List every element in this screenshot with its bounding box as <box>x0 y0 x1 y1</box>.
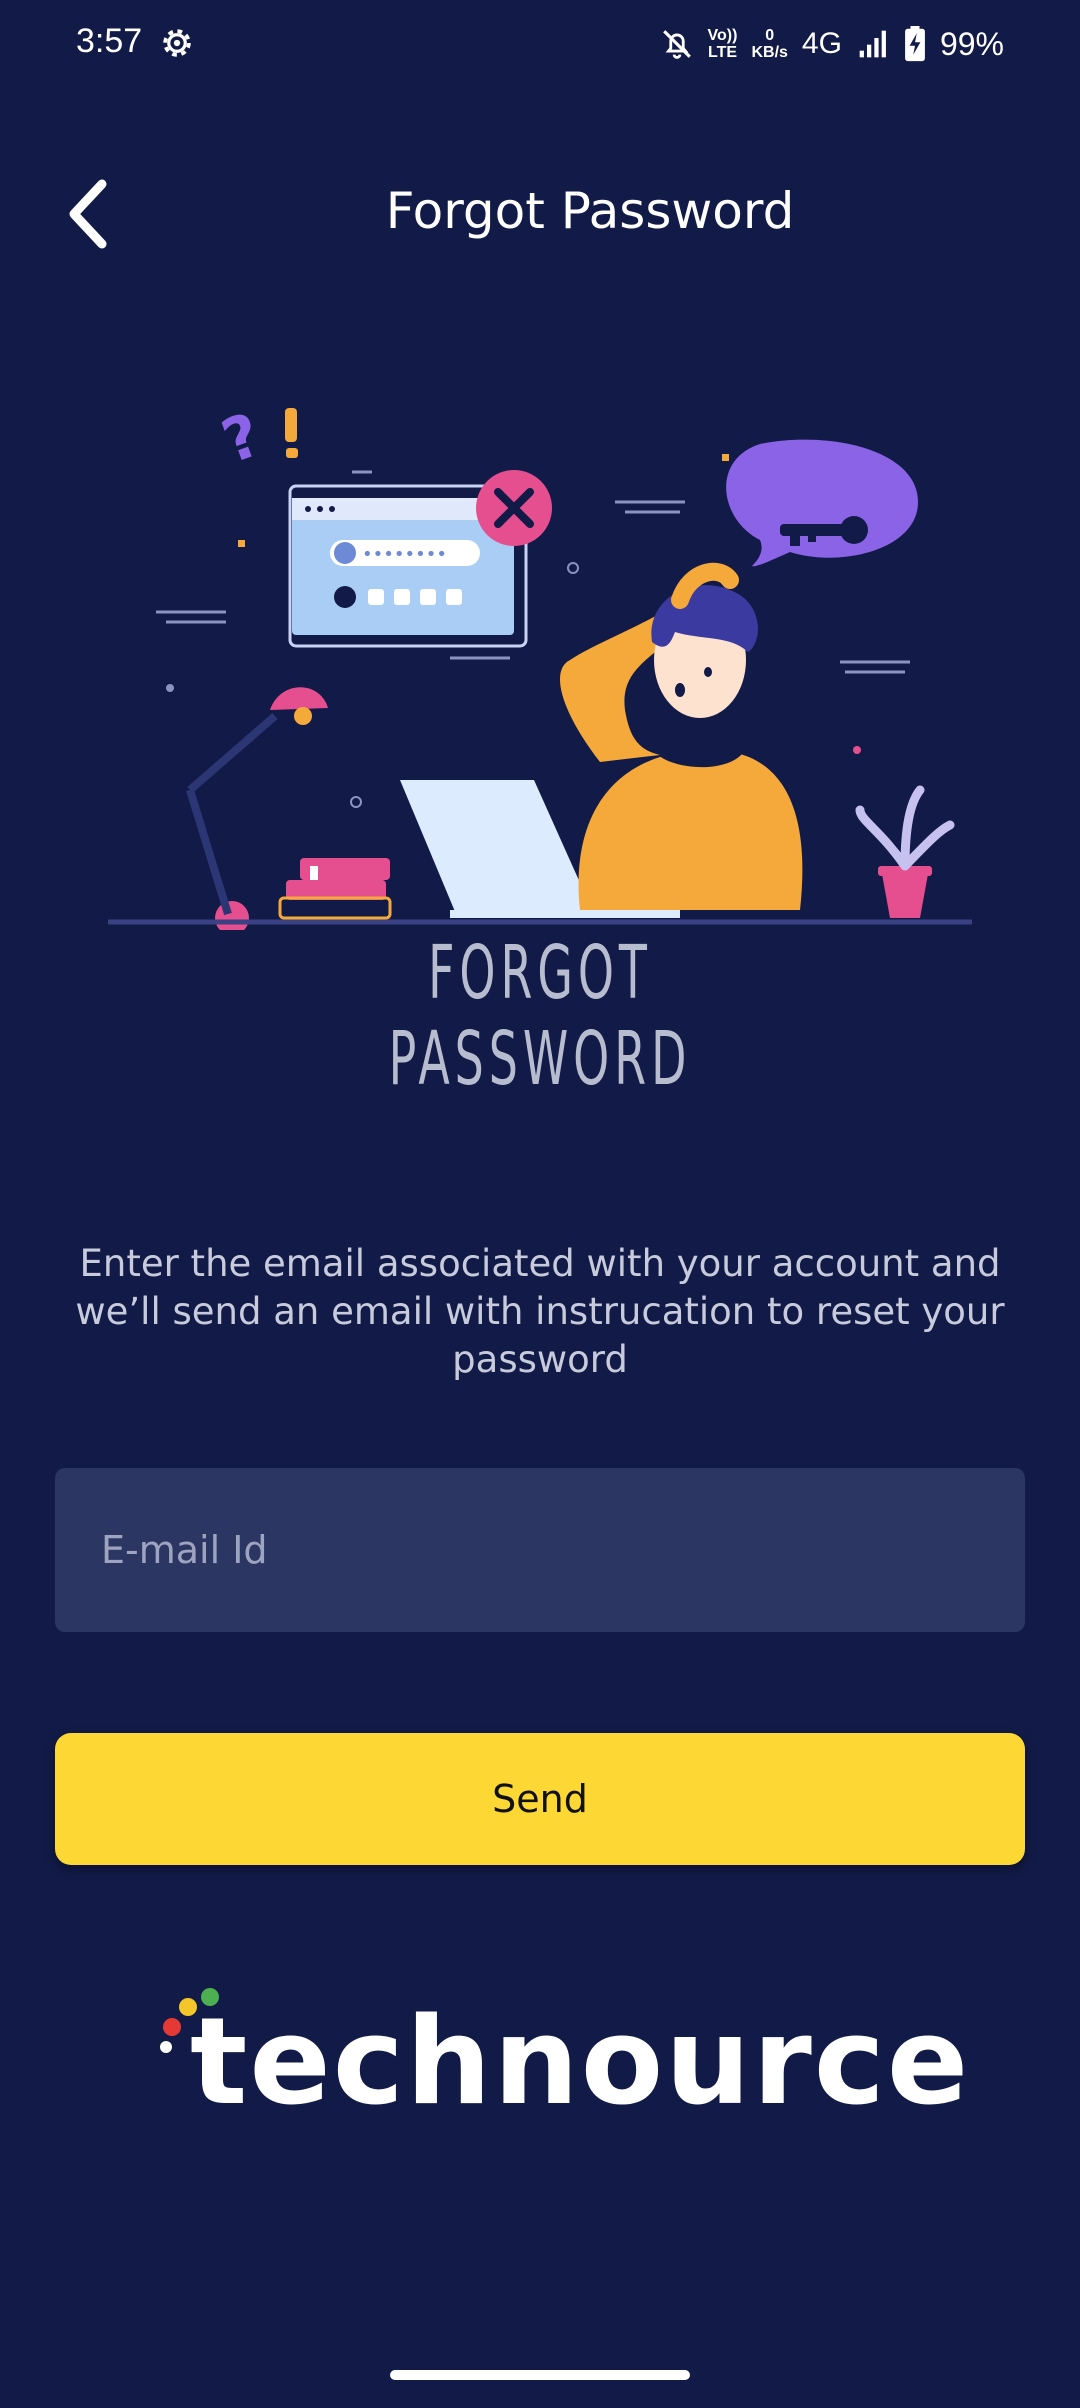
header: Forgot Password <box>0 160 1080 270</box>
instruction-text: Enter the email associated with your acc… <box>75 1242 1005 1381</box>
battery-charging-icon <box>905 26 925 62</box>
illustration-caption: FORGOT PASSWORD <box>388 930 692 1102</box>
confused-person-at-laptop-illustration: ? •••••••• <box>108 400 972 935</box>
status-bar: 3:57 Vo)) LTE 0 KB/s 4G 99% <box>0 0 1080 90</box>
technource-logo: technource <box>150 1985 968 2135</box>
svg-text:?: ? <box>213 400 270 478</box>
data-rate-value: 0 <box>765 27 775 44</box>
volte-label-bottom: LTE <box>707 44 738 61</box>
signal-strength-icon <box>859 30 886 58</box>
page-title: Forgot Password <box>385 182 795 240</box>
logo-wordmark: technource <box>190 1993 971 2132</box>
volte-label-top: Vo)) <box>707 27 738 44</box>
data-rate-unit: KB/s <box>751 44 788 61</box>
send-button[interactable]: Send <box>55 1733 1025 1865</box>
network-type: 4G <box>801 27 842 60</box>
email-field[interactable] <box>55 1468 1025 1632</box>
home-indicator[interactable] <box>390 2370 690 2380</box>
settings-gear-icon <box>163 29 191 57</box>
battery-percent: 99% <box>939 25 1004 62</box>
volte-indicator: Vo)) LTE <box>708 27 738 61</box>
status-time: 3:57 <box>76 22 143 60</box>
forgot-password-illustration: ? •••••••• FORGOT PASSWORD <box>100 390 980 1102</box>
notifications-off-icon <box>662 30 691 59</box>
data-rate-indicator: 0 KB/s <box>751 27 787 61</box>
status-indicators: Vo)) LTE 0 KB/s 4G 99% <box>660 20 1004 68</box>
illustration-password-mask: •••••••• <box>362 544 447 565</box>
